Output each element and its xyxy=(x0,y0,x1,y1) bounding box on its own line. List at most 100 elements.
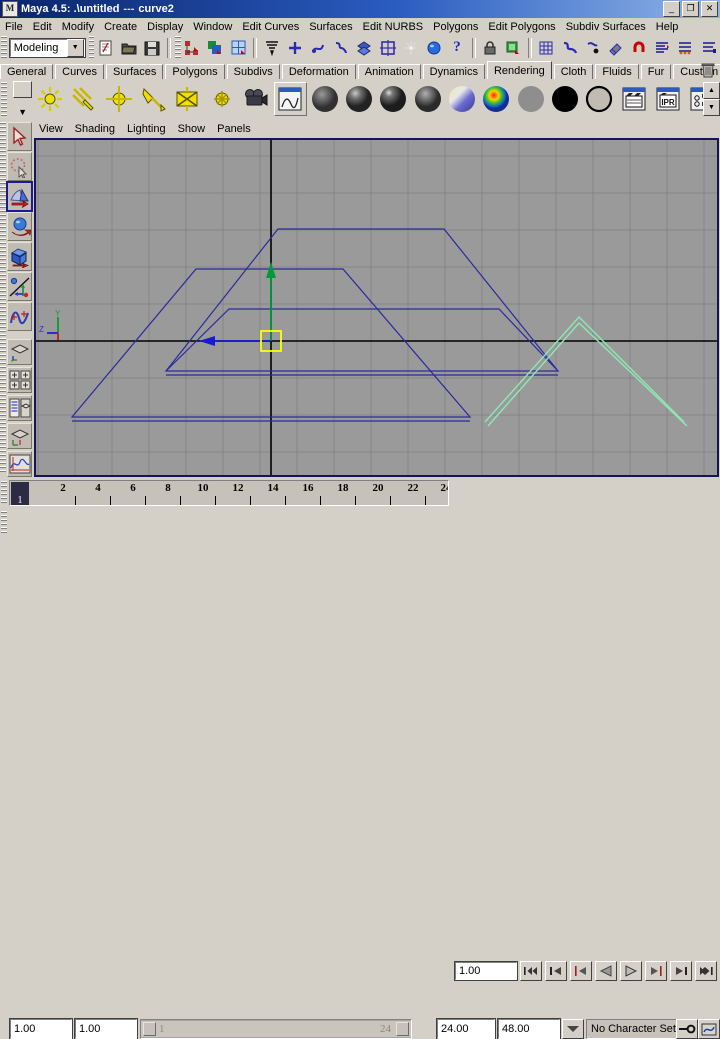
blinn-material-icon[interactable] xyxy=(342,82,376,116)
make-live-icon[interactable] xyxy=(376,36,399,59)
shelf-tab-general[interactable]: General xyxy=(0,64,54,79)
toolbar-grip-2[interactable] xyxy=(88,36,95,59)
object-components-icon[interactable] xyxy=(204,36,226,59)
snap-to-view-plane-icon[interactable] xyxy=(353,36,375,59)
menu-set-selector[interactable]: Modeling ▼ xyxy=(8,37,86,58)
shelf-tab-menu-button[interactable] xyxy=(13,81,33,98)
menu-display[interactable]: Display xyxy=(142,20,188,34)
shelf-tab-rendering[interactable]: Rendering xyxy=(486,61,552,79)
shelf-tab-dynamics[interactable]: Dynamics xyxy=(422,64,485,79)
playback-options-dropdown[interactable] xyxy=(562,1019,584,1039)
panel-menu-lighting[interactable]: Lighting xyxy=(121,122,172,136)
panel-menu-view[interactable]: View xyxy=(33,122,69,136)
channel-box-icon[interactable] xyxy=(582,36,604,59)
shelf-dropdown-icon[interactable]: ▼ xyxy=(18,108,27,117)
toolbar-grip[interactable] xyxy=(1,36,7,59)
point-light-icon[interactable] xyxy=(102,82,136,116)
shelf-tab-polygons[interactable]: Polygons xyxy=(165,64,225,79)
menu-edit-curves[interactable]: Edit Curves xyxy=(237,20,304,34)
step-back-frame-button[interactable] xyxy=(570,961,592,981)
ambient-light-icon[interactable] xyxy=(33,82,67,116)
channel-layer-icon[interactable] xyxy=(674,36,697,59)
side-view-viewport[interactable]: Y Z side xyxy=(34,138,719,477)
lambert-material-icon[interactable] xyxy=(308,82,342,116)
panel-menu-shading[interactable]: Shading xyxy=(69,122,121,136)
current-time-field[interactable]: 1.00 xyxy=(454,961,518,981)
shelf-tab-subdivs[interactable]: Subdivs xyxy=(226,64,280,79)
show-manipulator-tool[interactable] xyxy=(7,302,32,331)
move-tool[interactable] xyxy=(6,181,33,212)
maximize-button[interactable]: ❐ xyxy=(682,1,699,17)
snap-to-grid-icon[interactable] xyxy=(284,36,306,59)
menu-create[interactable]: Create xyxy=(99,20,142,34)
time-slider-grip[interactable] xyxy=(1,481,7,505)
menu-surfaces[interactable]: Surfaces xyxy=(304,20,357,34)
layered-shader-icon[interactable] xyxy=(514,82,548,116)
menu-edit-polygons[interactable]: Edit Polygons xyxy=(483,20,560,34)
select-mask-icon[interactable] xyxy=(261,36,283,59)
anisotropic-material-icon[interactable] xyxy=(445,82,479,116)
magnet-snap-icon[interactable] xyxy=(628,36,650,59)
phong-material-icon[interactable] xyxy=(376,82,411,116)
rotate-tool[interactable] xyxy=(7,212,32,241)
surface-shader-icon[interactable] xyxy=(548,82,582,116)
shelf-tab-deformation[interactable]: Deformation xyxy=(281,64,356,79)
current-frame-indicator[interactable]: 1 xyxy=(11,482,29,505)
step-forward-keyframe-button[interactable] xyxy=(670,961,692,981)
viewport-canvas[interactable]: Y Z side xyxy=(36,140,717,475)
show-hide-attr-icon[interactable] xyxy=(651,36,673,59)
scroll-down-icon[interactable]: ▼ xyxy=(703,99,720,116)
close-button[interactable]: ✕ xyxy=(701,1,718,17)
hypergraph-persp-layout[interactable] xyxy=(7,423,32,449)
menu-file[interactable]: File xyxy=(0,20,28,34)
range-slider-grip[interactable] xyxy=(1,511,7,535)
volume-light-icon[interactable] xyxy=(205,82,239,116)
shelf-tab-cloth[interactable]: Cloth xyxy=(553,64,594,79)
snap-to-curve-icon[interactable] xyxy=(307,36,329,59)
outliner-persp-layout[interactable] xyxy=(7,395,32,421)
shelf-tab-surfaces[interactable]: Surfaces xyxy=(105,64,164,79)
spot-light-icon[interactable] xyxy=(136,82,170,116)
menu-edit[interactable]: Edit xyxy=(28,20,57,34)
new-scene-icon[interactable] xyxy=(95,36,117,59)
step-back-keyframe-button[interactable] xyxy=(545,961,567,981)
menu-window[interactable]: Window xyxy=(188,20,237,34)
shelf-grip[interactable] xyxy=(1,82,7,116)
animation-preferences-icon[interactable] xyxy=(698,1019,720,1039)
playback-end-time-field[interactable]: 24.00 xyxy=(436,1018,496,1039)
minimize-button[interactable]: _ xyxy=(663,1,680,17)
select-by-component-icon[interactable] xyxy=(227,36,250,59)
panel-menu-panels[interactable]: Panels xyxy=(211,122,257,136)
render-globals-icon[interactable] xyxy=(400,36,422,59)
step-forward-frame-button[interactable] xyxy=(645,961,667,981)
tool-settings-icon[interactable] xyxy=(605,36,627,59)
select-tool[interactable] xyxy=(7,122,32,151)
panel-menu-show[interactable]: Show xyxy=(172,122,212,136)
go-to-start-button[interactable] xyxy=(520,961,542,981)
use-background-icon[interactable] xyxy=(582,82,616,116)
render-view-icon[interactable] xyxy=(502,36,524,59)
toolbar-grip-3[interactable] xyxy=(174,36,181,59)
attribute-editor-icon[interactable] xyxy=(558,36,581,59)
universal-manipulator-tool[interactable] xyxy=(7,272,32,301)
lock-icon[interactable] xyxy=(479,36,501,59)
single-perspective-layout[interactable] xyxy=(7,339,32,365)
shelf-tab-curves[interactable]: Curves xyxy=(55,64,104,79)
save-scene-icon[interactable] xyxy=(141,36,163,59)
chevron-down-icon[interactable]: ▼ xyxy=(66,38,84,57)
lasso-select-tool[interactable] xyxy=(7,152,32,181)
shelf-tab-fluids[interactable]: Fluids xyxy=(595,64,639,79)
directional-light-icon[interactable] xyxy=(67,82,102,116)
menu-modify[interactable]: Modify xyxy=(57,20,99,34)
trash-icon[interactable] xyxy=(700,61,716,78)
animation-end-time-field[interactable]: 48.00 xyxy=(497,1018,561,1039)
scroll-up-icon[interactable]: ▲ xyxy=(703,82,720,99)
persp-graph-layout[interactable] xyxy=(7,451,32,477)
animation-start-time-field[interactable]: 1.00 xyxy=(9,1018,73,1039)
area-light-icon[interactable] xyxy=(170,82,205,116)
hypershade-icon[interactable] xyxy=(273,82,308,116)
character-set-field[interactable]: No Character Set xyxy=(586,1019,682,1039)
render-current-frame-icon[interactable] xyxy=(616,82,651,116)
four-view-layout[interactable] xyxy=(7,367,32,393)
hierarchy-icon[interactable] xyxy=(181,36,203,59)
